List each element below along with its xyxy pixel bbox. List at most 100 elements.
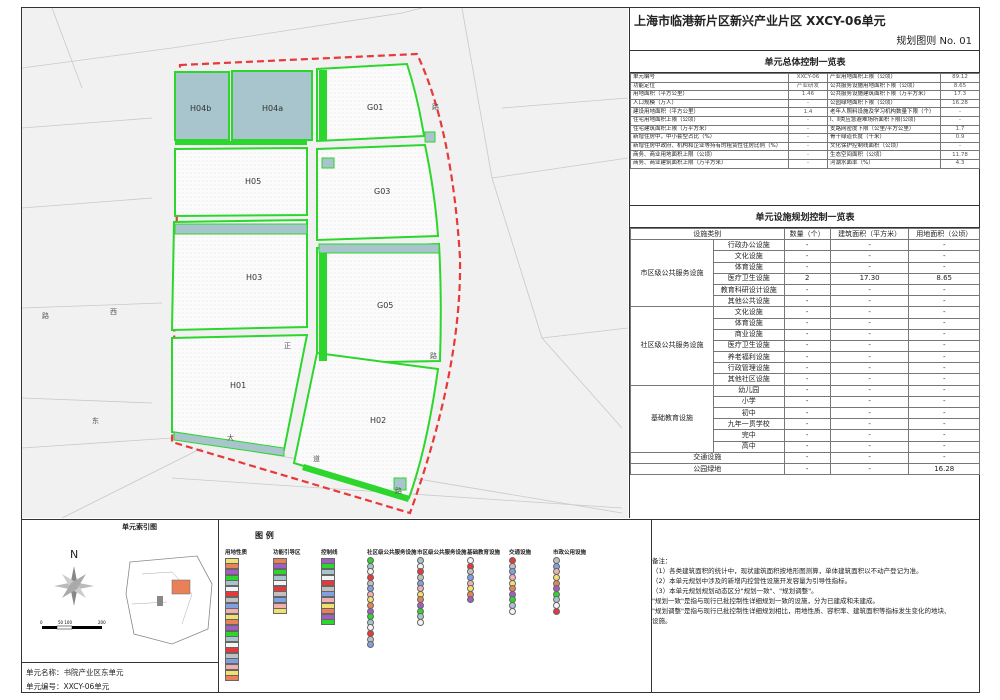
parcel-h03[interactable] <box>170 218 308 332</box>
control-table: 单元编号 XXCY-06 产业用地面积上限（公顷） 89.12 功能定位 产业研发 公共服务… <box>629 73 980 169</box>
facility-cell: - <box>908 328 980 341</box>
legend-item <box>467 596 500 604</box>
facility-header-row: 设施类别 数量（个） 建筑面积（平方米） 用地面积（公顷） <box>630 227 980 241</box>
facility-cell: 8.65 <box>908 272 980 285</box>
facility-cell: - <box>908 295 980 308</box>
control-value: 16.28 <box>940 98 980 109</box>
facility-cell: - <box>783 395 831 409</box>
control-value: 1.7 <box>940 124 980 135</box>
control-value: XXCY-06 <box>788 73 829 83</box>
facility-cell: 文化设施 <box>713 306 785 319</box>
facility-table-header: 单元设施规划控制一览表 <box>630 205 980 228</box>
note-line: "规划一致"是指与现行已批控制性详细规划一致的设施，分为已建成和未建成。 <box>652 597 879 605</box>
control-value: 89.12 <box>940 73 980 83</box>
control-value: - <box>788 150 829 160</box>
facility-cell: - <box>829 239 910 252</box>
scale-bar: 0 50 100 200 <box>40 620 106 630</box>
control-label: Ⅰ、Ⅱ类应急避难场所面积下限(公顷) <box>827 115 941 126</box>
unit-code: 单元编号：XXCY-06单元 <box>26 682 110 691</box>
legend-column: 基础教育设施 <box>467 548 501 604</box>
facility-cell: - <box>783 429 831 442</box>
facility-cell: 行政办公设施 <box>713 239 785 252</box>
facility-cell: - <box>783 451 831 464</box>
control-value: 产业研发 <box>788 81 829 92</box>
note-line: 设施。 <box>652 617 672 625</box>
north-label: N <box>70 548 78 561</box>
control-label: 住宅用地面积上限（公顷） <box>629 115 790 126</box>
facility-row: 基础教育设施 幼儿园 - - - <box>630 384 980 453</box>
legend-column: 用地性质 <box>225 548 247 682</box>
control-value: - <box>940 115 980 126</box>
facility-cell: - <box>908 317 980 330</box>
control-label: 支路网密度下限（公里/平方公里） <box>827 124 941 135</box>
control-row: 用地面积（平方公里） 1.46 公共服务设施建筑面积下限（万平方米） 17.3 <box>629 90 980 100</box>
legend-column-title: 市政公用设施 <box>553 550 587 556</box>
road-label: 路 <box>42 311 49 320</box>
note-line: （2）本单元规划中涉及的新增内控营性设施开发容量为引导性指标。 <box>652 577 852 585</box>
bottom-panel: 单元索引图 N 0 50 100 200 单元名称：书院产业区东单元 单元编号：… <box>22 519 979 693</box>
page-subtitle: 规划图则 No. 01 <box>896 36 972 47</box>
legend-swatch <box>467 596 474 604</box>
index-map[interactable]: N 0 50 100 200 <box>22 534 218 659</box>
control-row: 新增住房中政府、机构和企业等持有的租赁性住房比例（%） - 文化保护控制线面积（公顷… <box>629 141 980 152</box>
legend-column: 交通设施 <box>509 548 532 615</box>
parcel-label-h02: H02 <box>370 416 386 425</box>
control-value: 8.65 <box>940 81 980 92</box>
facility-cell: - <box>908 418 980 431</box>
road-label: 路 <box>432 102 439 111</box>
facility-cell: 完中 <box>713 429 785 442</box>
notes-lines: （1）各类建筑面积的统计中，现状建筑面积按地形图测算，单体建筑面积以不动产登记为… <box>652 566 972 626</box>
road-label: 正 <box>284 342 291 350</box>
parcel-h01[interactable] <box>171 333 309 452</box>
facility-cell: - <box>829 261 910 274</box>
road-label: 路 <box>395 486 402 495</box>
legend-item <box>553 607 586 615</box>
facility-table: 设施类别 数量（个） 建筑面积（平方米） 用地面积（公顷） 市区级公共服务设施 行政办公设… <box>630 227 980 476</box>
facility-row: 社区级公共服务设施 文化设施 - - - <box>630 306 980 386</box>
control-value: - <box>940 107 980 117</box>
facility-cell: - <box>829 373 910 386</box>
road-label: 道 <box>313 454 320 463</box>
index-mini-map <box>125 555 213 645</box>
svg-text:0: 0 <box>40 620 43 625</box>
control-row: 新增住房中，中小套型占比（%） - 骨干绿道长度（千米） 0.9 <box>629 133 980 143</box>
facility-cell: - <box>829 250 910 263</box>
facility-cell: - <box>908 283 980 297</box>
legend-column-title: 基础教育设施 <box>467 550 501 556</box>
legend-item <box>417 618 467 626</box>
facility-row: 市区级公共服务设施 行政办公设施 - - - <box>630 239 980 308</box>
legend-item <box>273 608 301 615</box>
planning-map[interactable]: H04b H04a G01H05G03H03G05H01H02 东西大道路路正路路 <box>22 8 628 518</box>
control-value: - <box>940 141 980 152</box>
legend-swatch <box>321 619 335 626</box>
control-label: 公园绿地面积下限（公顷） <box>827 98 941 109</box>
facility-cell: 初中 <box>713 406 785 420</box>
road-label: 大 <box>227 433 234 442</box>
facility-cell: - <box>783 373 831 386</box>
facility-cell: - <box>908 373 980 386</box>
facility-cell: - <box>829 440 910 453</box>
facility-cell: 教育科研设计设施 <box>713 283 785 297</box>
control-label: 住宅建筑面积上限（万平方米） <box>629 124 790 135</box>
control-row: 单元编号 XXCY-06 产业用地面积上限（公顷） 89.12 <box>629 73 980 83</box>
facility-group: 市区级公共服务设施 <box>630 239 714 308</box>
legend-swatch <box>417 618 424 626</box>
legend-column-title: 交通设施 <box>509 550 532 556</box>
facility-cell: - <box>908 250 980 263</box>
control-label: 产业用地面积上限（公顷） <box>827 73 941 83</box>
facility-cell: 九年一贯学校 <box>713 418 785 431</box>
facility-cell: - <box>783 317 831 330</box>
facility-cell: 医疗卫生设施 <box>713 272 785 285</box>
control-value: - <box>788 133 829 143</box>
parcel-h05[interactable] <box>174 146 308 218</box>
facility-cell: - <box>829 317 910 330</box>
facility-cell: - <box>908 306 980 319</box>
facility-group: 社区级公共服务设施 <box>630 306 714 386</box>
control-value: - <box>788 98 829 109</box>
facility-cell: - <box>783 295 831 308</box>
control-value: 0.9 <box>940 133 980 143</box>
north-arrow-icon <box>54 566 94 606</box>
facility-cell: 医疗卫生设施 <box>713 339 785 353</box>
facility-cell: 商业设施 <box>713 328 785 341</box>
parcel-label-g01: G01 <box>367 103 383 112</box>
